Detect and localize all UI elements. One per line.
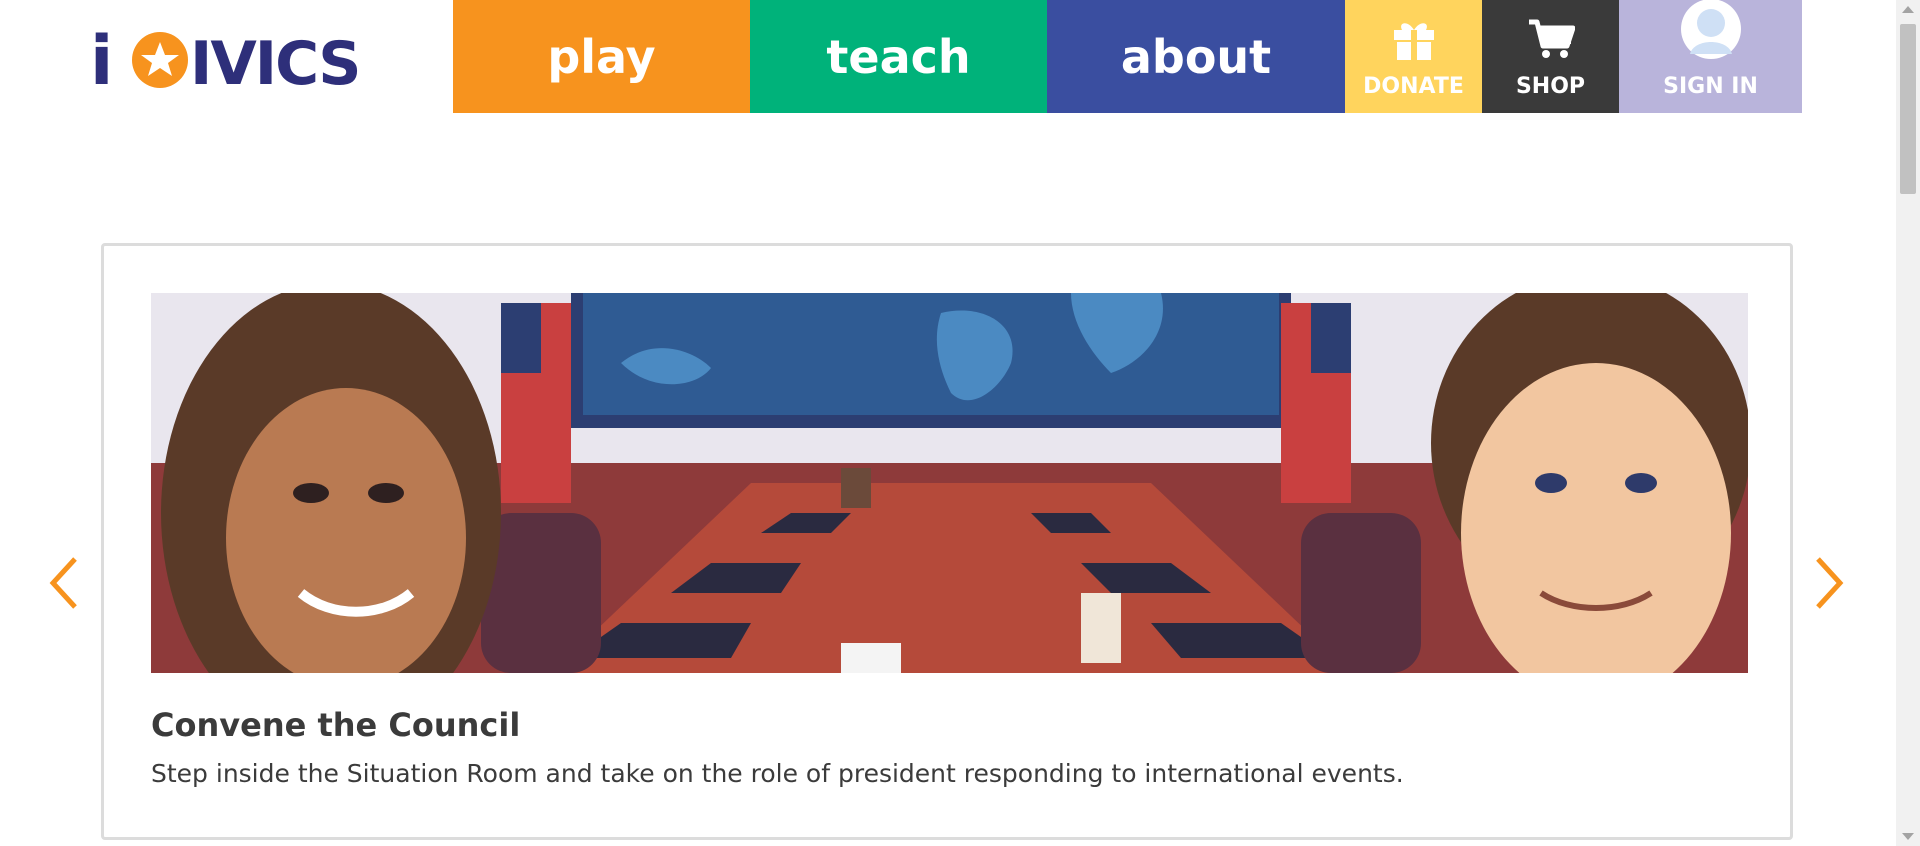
carousel-prev-button[interactable] <box>45 553 85 613</box>
cart-icon <box>1527 18 1575 74</box>
nav-teach[interactable]: teach <box>750 0 1047 113</box>
nav-donate-label: DONATE <box>1363 74 1464 99</box>
user-avatar-icon <box>1680 0 1742 74</box>
nav-shop-label: SHOP <box>1515 74 1586 99</box>
main-nav: play teach about DONATE SHOP SIGN IN <box>453 0 1802 113</box>
slide-title[interactable]: Convene the Council <box>151 706 520 744</box>
slide-image-situation-room[interactable] <box>151 293 1748 673</box>
featured-carousel-card: Convene the Council Step inside the Situ… <box>101 243 1793 840</box>
svg-text:IVICS: IVICS <box>190 29 359 93</box>
scroll-down-arrow-icon[interactable] <box>1902 833 1914 840</box>
chevron-left-icon <box>45 557 85 617</box>
nav-play[interactable]: play <box>453 0 750 113</box>
carousel-next-button[interactable] <box>1808 553 1848 613</box>
nav-about[interactable]: about <box>1047 0 1345 113</box>
gift-icon <box>1392 20 1436 74</box>
chevron-right-icon <box>1808 557 1848 617</box>
svg-text:i: i <box>90 22 111 93</box>
nav-donate[interactable]: DONATE <box>1345 0 1482 113</box>
scroll-thumb[interactable] <box>1900 24 1916 194</box>
nav-sign-in-label: SIGN IN <box>1663 74 1758 99</box>
nav-play-label: play <box>547 29 656 84</box>
page-scrollbar[interactable] <box>1896 0 1920 846</box>
icivics-logo[interactable]: i IVICS <box>90 18 380 101</box>
nav-teach-label: teach <box>826 29 971 84</box>
scroll-up-arrow-icon[interactable] <box>1902 6 1914 13</box>
page: i IVICS play teach about DONATE SHOP SIG… <box>0 0 1920 846</box>
nav-sign-in[interactable]: SIGN IN <box>1619 0 1802 113</box>
nav-shop[interactable]: SHOP <box>1482 0 1619 113</box>
nav-about-label: about <box>1120 29 1272 84</box>
slide-description: Step inside the Situation Room and take … <box>151 759 1404 788</box>
